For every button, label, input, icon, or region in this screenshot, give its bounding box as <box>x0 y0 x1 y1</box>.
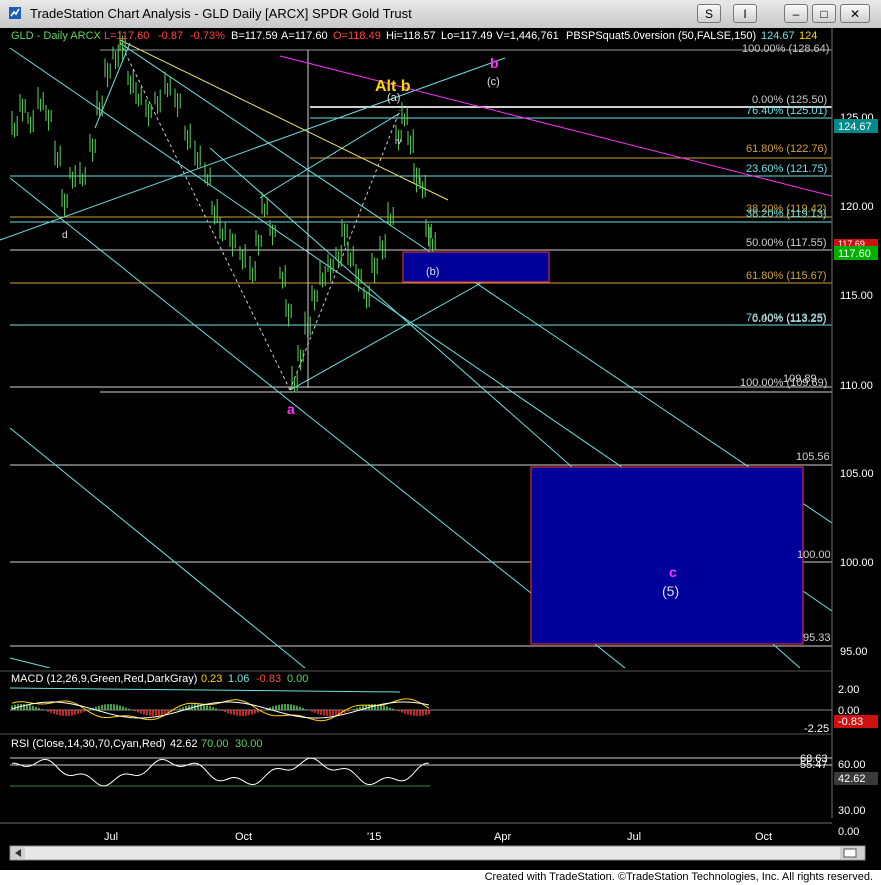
rsi-value-2: 70.00 <box>201 738 229 750</box>
time-axis-label: Oct <box>235 831 252 843</box>
chart-area[interactable]: Alt b (a) b (c) (b) a c (5) d iv 100.00%… <box>0 28 881 870</box>
wave-label-5: (5) <box>662 583 679 599</box>
wave-label-b-magenta: b <box>490 55 499 71</box>
b-target-box <box>402 251 550 283</box>
macd-value-4: 0.00 <box>287 673 308 685</box>
rsi-value-1: 42.62 <box>170 738 198 750</box>
window-title: TradeStation Chart Analysis - GLD Daily … <box>30 6 412 21</box>
net-change: -0.87 <box>158 30 183 42</box>
price-bars <box>11 31 436 393</box>
window-titlebar: TradeStation Chart Analysis - GLD Daily … <box>0 0 881 29</box>
time-axis-label: Jul <box>104 831 118 843</box>
chart-svg: Alt b (a) b (c) (b) a c (5) d iv 100.00%… <box>0 28 878 861</box>
macd-marker-text: -0.83 <box>838 716 863 728</box>
fib-level-label: 76.40% (125.01) <box>746 105 827 117</box>
low-price: Lo=117.49 <box>441 30 493 42</box>
volume: V=1,446,761 <box>496 30 559 42</box>
price-axis-label: 115.00 <box>840 290 873 302</box>
maximize-button[interactable]: □ <box>812 4 836 23</box>
fib-level-label: 100.00 <box>797 549 831 561</box>
price-axis-label: 105.00 <box>840 468 874 480</box>
scroll-thumb-icon <box>843 848 857 858</box>
c-target-box <box>530 466 804 645</box>
macd-trendline <box>9 687 401 693</box>
price-pane: Alt b (a) b (c) (b) a c (5) d iv 100.00%… <box>0 31 832 668</box>
macd-axis-label: 2.00 <box>838 684 859 696</box>
fib-level-label: 61.80% (122.76) <box>746 143 827 155</box>
symbol-link-i-button[interactable]: I <box>733 4 757 23</box>
rsi-axis-label: 30.00 <box>838 805 866 817</box>
pct-change: -0.73% <box>190 30 225 42</box>
price-axis-label: 95.00 <box>840 646 868 658</box>
macd-axis-label: -2.25 <box>804 723 829 735</box>
rising-line-2 <box>289 277 491 391</box>
time-axis-label: Apr <box>494 831 511 843</box>
channel-line-4 <box>9 427 306 668</box>
time-axis-label: Jul <box>627 831 641 843</box>
study-label: PBSPSquat5.0version (50,FALSE,150) <box>566 30 756 42</box>
last-price-marker-text: 117.60 <box>838 248 871 260</box>
chart-header: GLD - Daily ARCX L=117.60 -0.87 -0.73% B… <box>11 30 817 42</box>
wave-label-iv: iv <box>395 136 402 146</box>
fib-level-label: 50.00% (117.55) <box>746 237 827 249</box>
fib-level-label: 38.20% (119.13) <box>746 208 827 220</box>
bid-price: B=117.59 <box>231 30 278 42</box>
wave-label-d: d <box>62 230 68 241</box>
time-axis-label: Oct <box>755 831 772 843</box>
macd-value-1: 0.23 <box>201 673 222 685</box>
rising-line-4 <box>259 112 401 199</box>
minimize-button[interactable]: – <box>784 4 808 23</box>
macd-value-3: -0.83 <box>256 673 281 685</box>
tradestation-app-icon <box>9 7 21 19</box>
price-axis-label: 110.00 <box>840 380 873 392</box>
close-button[interactable]: ✕ <box>840 4 870 23</box>
wave-label-b-small: (b) <box>426 266 439 278</box>
study-value-1: 124.67 <box>761 30 795 42</box>
horizontal-scrollbar[interactable] <box>9 845 866 861</box>
footer: Created with TradeStation. ©TradeStation… <box>0 870 881 885</box>
channel-line-6 <box>9 657 51 668</box>
macd-label: MACD (12,26,9,Green,Red,DarkGray) <box>11 673 197 685</box>
price-axis: 125.00 120.00 115.00 110.00 105.00 100.0… <box>831 28 878 818</box>
ask-price: A=117.60 <box>281 30 328 42</box>
last-price: L=117.60 <box>104 30 149 42</box>
rsi-line <box>11 757 430 787</box>
rsi-axis-label: 60.00 <box>838 759 866 771</box>
fib-level-label: 100.00% (128.64) <box>742 43 829 55</box>
upper-price-marker-text: 124.67 <box>838 121 872 133</box>
fib-level-label: 100.00% (109.69) <box>740 377 827 389</box>
wave-label-a-small: (a) <box>387 92 400 104</box>
study-value-2: 124 <box>799 30 817 42</box>
fib-level-label: 0.00% (113.25) <box>752 313 826 325</box>
macd-value-2: 1.06 <box>228 673 249 685</box>
fib-level-label: 95.33 <box>803 632 831 644</box>
time-axis: Jul Oct '15 Apr Jul Oct <box>0 822 832 843</box>
rsi-value-3: 30.00 <box>235 738 263 750</box>
time-axis-label: '15 <box>367 831 381 843</box>
rsi-axis-label: 0.00 <box>838 826 859 838</box>
symbol-link-s-button[interactable]: S <box>697 4 721 23</box>
rsi-label: RSI (Close,14,30,70,Cyan,Red) <box>11 738 166 750</box>
high-price: Hi=118.57 <box>386 30 436 42</box>
open-price: O=118.49 <box>333 30 381 42</box>
rsi-pane: RSI (Close,14,30,70,Cyan,Red) 42.62 70.0… <box>0 733 878 838</box>
magenta-trendline <box>279 55 832 197</box>
macd-pane: MACD (12,26,9,Green,Red,DarkGray) 0.23 1… <box>0 670 878 735</box>
price-axis-label: 100.00 <box>840 557 874 569</box>
wave-label-c-small: (c) <box>487 76 500 88</box>
rising-line-1 <box>0 57 506 241</box>
fib-level-label: 105.56 <box>796 451 830 463</box>
rsi-marker-text: 42.62 <box>838 773 866 785</box>
symbol-label: GLD - Daily ARCX <box>11 30 102 42</box>
fib-level-label: 61.80% (115.67) <box>746 270 827 282</box>
rsi-axis-label: 55.47 <box>800 759 828 771</box>
copyright-text: Created with TradeStation. ©TradeStation… <box>484 871 873 883</box>
price-axis-label: 120.00 <box>840 201 874 213</box>
fib-level-label: 23.60% (121.75) <box>746 163 827 175</box>
wave-label-c-magenta: c <box>669 564 677 580</box>
wave-label-a-magenta: a <box>287 401 295 417</box>
